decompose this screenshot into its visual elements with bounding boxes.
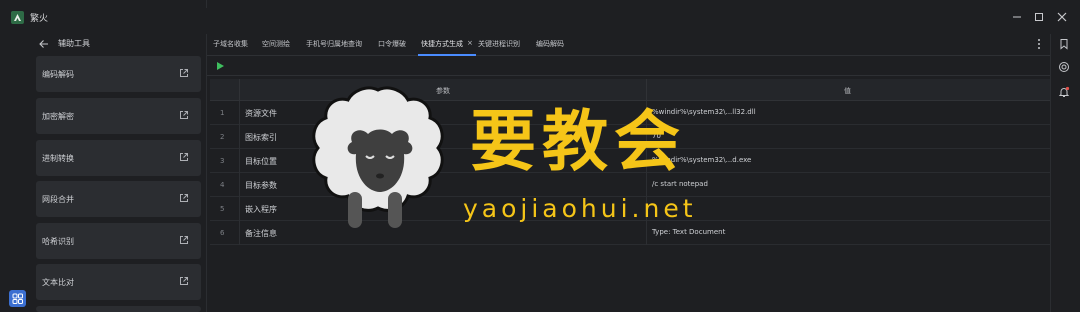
tab-encode-decode[interactable]: 编码解码 xyxy=(536,39,564,49)
sidebar-item-encrypt-decrypt[interactable]: 加密解密 xyxy=(36,98,201,134)
table-row[interactable]: 5 嵌入程序 xyxy=(210,197,1051,221)
table-row[interactable]: 2 图标索引 70 xyxy=(210,125,1051,149)
activity-bar xyxy=(0,34,30,312)
sidebar-item-label: 编码解码 xyxy=(42,70,74,79)
arrow-left-icon[interactable] xyxy=(38,38,50,50)
tab-subdomain[interactable]: 子域名收集 xyxy=(213,39,248,49)
close-icon[interactable] xyxy=(1055,10,1069,24)
sidebar-item-partial[interactable] xyxy=(36,306,201,312)
editor-toolbar xyxy=(207,56,1051,76)
cell-divider xyxy=(646,125,647,149)
sidebar-item-text-diff[interactable]: 文本比对 xyxy=(36,264,201,300)
title-bar: 繁火 xyxy=(0,0,1080,34)
sidebar-item-encode-decode[interactable]: 编码解码 xyxy=(36,56,201,92)
sidebar-item-label: 文本比对 xyxy=(42,278,74,287)
cell-divider xyxy=(239,197,240,221)
sidebar-item-base-convert[interactable]: 进制转换 xyxy=(36,140,201,176)
external-link-icon[interactable] xyxy=(179,193,189,203)
cell-divider xyxy=(646,173,647,197)
maximize-icon[interactable] xyxy=(1032,10,1046,24)
row-index: 3 xyxy=(220,157,225,165)
sidebar-item-label: 网段合并 xyxy=(42,195,74,204)
play-icon[interactable] xyxy=(216,61,225,73)
table-row[interactable]: 3 目标位置 %windir%\system32\...d.exe xyxy=(210,149,1051,173)
header-divider xyxy=(239,79,240,101)
external-link-icon[interactable] xyxy=(179,110,189,120)
bell-icon[interactable] xyxy=(1058,86,1070,98)
sidebar-title: 辅助工具 xyxy=(58,39,90,48)
cell-divider xyxy=(239,101,240,125)
header-divider xyxy=(646,79,647,101)
bookmark-icon[interactable] xyxy=(1058,38,1070,50)
cell-divider xyxy=(239,149,240,173)
param-value[interactable]: /c start notepad xyxy=(652,180,708,188)
param-value[interactable]: %windir%\system32\...d.exe xyxy=(652,156,751,164)
main-panel: 子域名收集 空间测绘 手机号归属地查询 口令爆破 快捷方式生成 × 关键进程识别… xyxy=(206,34,1051,312)
row-index: 1 xyxy=(220,109,225,117)
table-row[interactable]: 6 备注信息 Type: Text Document xyxy=(210,221,1051,245)
param-value[interactable]: %windir%\system32\...ll32.dll xyxy=(652,108,756,116)
stamp-icon[interactable] xyxy=(1058,61,1070,73)
tab-phone-location[interactable]: 手机号归属地查询 xyxy=(306,39,362,49)
param-value[interactable]: 70 xyxy=(652,132,661,140)
cell-divider xyxy=(646,197,647,221)
cell-divider xyxy=(646,149,647,173)
app-logo-icon xyxy=(11,11,24,24)
tab-close-icon[interactable]: × xyxy=(467,39,473,47)
param-name: 资源文件 xyxy=(245,109,277,118)
cell-divider xyxy=(646,221,647,245)
cell-divider xyxy=(239,125,240,149)
param-value[interactable]: Type: Text Document xyxy=(652,228,725,236)
column-header-value: 值 xyxy=(844,87,851,95)
row-index: 5 xyxy=(220,205,225,213)
param-name: 目标参数 xyxy=(245,181,277,190)
external-link-icon[interactable] xyxy=(179,152,189,162)
tab-key-process[interactable]: 关键进程识别 xyxy=(478,39,520,49)
cell-divider xyxy=(239,173,240,197)
sidebar-item-subnet-merge[interactable]: 网段合并 xyxy=(36,181,201,217)
param-name: 备注信息 xyxy=(245,229,277,238)
cell-divider xyxy=(239,221,240,245)
tab-shortcut-gen[interactable]: 快捷方式生成 xyxy=(421,39,463,49)
sidebar-item-label: 加密解密 xyxy=(42,112,74,121)
tab-space-mapping[interactable]: 空间测绘 xyxy=(262,39,290,49)
param-name: 图标索引 xyxy=(245,133,277,142)
minimize-icon[interactable] xyxy=(1010,10,1024,24)
tab-bar: 子域名收集 空间测绘 手机号归属地查询 口令爆破 快捷方式生成 × 关键进程识别… xyxy=(207,34,1051,56)
column-header-param: 参数 xyxy=(436,87,450,95)
title-divider xyxy=(206,0,207,8)
right-toolbar xyxy=(1050,34,1080,312)
sidebar-item-hash-identify[interactable]: 哈希识别 xyxy=(36,223,201,259)
param-name: 目标位置 xyxy=(245,157,277,166)
table-header: 参数 值 xyxy=(210,79,1051,101)
cell-divider xyxy=(646,101,647,125)
row-index: 6 xyxy=(220,229,225,237)
row-index: 4 xyxy=(220,181,225,189)
external-link-icon[interactable] xyxy=(179,276,189,286)
kebab-menu-icon[interactable] xyxy=(1037,38,1041,50)
grid-apps-icon[interactable] xyxy=(9,290,26,307)
row-index: 2 xyxy=(220,133,225,141)
table-row[interactable]: 4 目标参数 /c start notepad xyxy=(210,173,1051,197)
sidebar-item-label: 进制转换 xyxy=(42,154,74,163)
app-title: 繁火 xyxy=(30,14,49,24)
param-name: 嵌入程序 xyxy=(245,205,277,214)
table-row[interactable]: 1 资源文件 %windir%\system32\...ll32.dll xyxy=(210,101,1051,125)
tab-password-brute[interactable]: 口令爆破 xyxy=(378,39,406,49)
sidebar-item-label: 哈希识别 xyxy=(42,237,74,246)
external-link-icon[interactable] xyxy=(179,235,189,245)
tools-sidebar: 辅助工具 编码解码 加密解密 进制转换 网段合并 哈希识别 文本比对 xyxy=(30,34,206,312)
external-link-icon[interactable] xyxy=(179,68,189,78)
